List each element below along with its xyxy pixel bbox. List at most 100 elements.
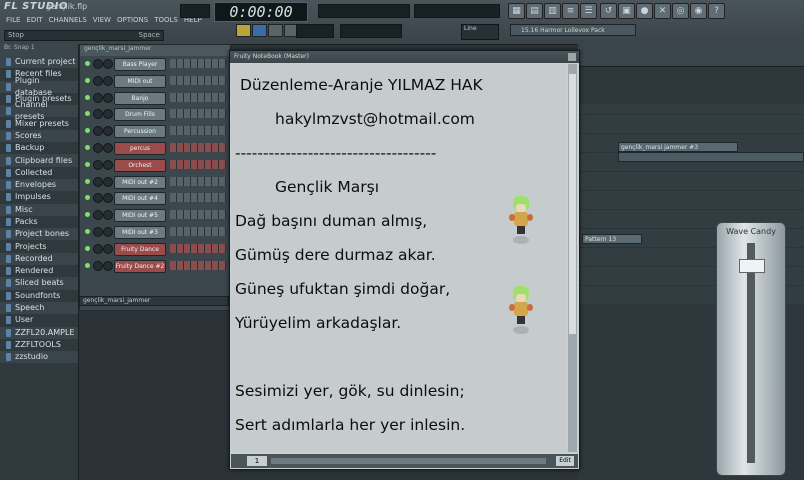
preset-selector[interactable]: 15.16 Harmor Lollevox Pack: [510, 24, 636, 36]
browser-item[interactable]: Mixer presets: [0, 117, 78, 129]
browser-item[interactable]: Clipboard files: [0, 154, 78, 167]
pan-knob[interactable]: [93, 260, 103, 271]
mixer-icon[interactable]: ≡: [562, 3, 579, 19]
playlist-clip[interactable]: [618, 152, 804, 162]
channel-mute-led[interactable]: [85, 195, 90, 201]
channel-name-button[interactable]: Orchest: [114, 158, 166, 172]
browser-icon[interactable]: ☰: [580, 3, 597, 19]
step-sequencer-pads[interactable]: [170, 193, 226, 203]
browser-item[interactable]: Plugin database: [0, 76, 78, 97]
notebook-scrollbar[interactable]: [568, 64, 577, 452]
step-sequencer-pads[interactable]: [170, 126, 226, 136]
pan-knob[interactable]: [93, 142, 103, 153]
channel-mute-led[interactable]: [85, 61, 90, 66]
rack-footer[interactable]: gençlik_marsi_jammer: [79, 296, 229, 306]
playlist-clip[interactable]: gençlik_marsi jammer #3: [618, 142, 738, 152]
browser-item[interactable]: Projects: [0, 240, 78, 252]
pattern-display[interactable]: [340, 24, 402, 38]
pan-knob[interactable]: [93, 226, 103, 237]
volume-knob[interactable]: [103, 226, 113, 237]
record-button[interactable]: [268, 24, 283, 37]
browser-item[interactable]: ZZFL20.AMPLE: [0, 326, 78, 339]
browser-item[interactable]: Sliced beats: [0, 277, 78, 290]
playlist-ruler[interactable]: [578, 44, 804, 67]
step-sequencer-pads[interactable]: [170, 109, 226, 119]
channel-name-button[interactable]: Bass Player: [114, 58, 166, 71]
online-icon[interactable]: ◉: [690, 3, 707, 19]
channel-name-button[interactable]: Banjo: [114, 91, 166, 105]
channel-mute-led[interactable]: [85, 111, 90, 117]
cpu-icon[interactable]: ◎: [672, 3, 689, 19]
playlist-clip[interactable]: Pattern 13: [582, 234, 642, 244]
step-sequencer-pads[interactable]: [170, 260, 226, 270]
channel-mute-led[interactable]: [85, 144, 90, 150]
snap-selector[interactable]: Line: [461, 24, 499, 40]
pan-knob[interactable]: [93, 159, 103, 170]
scrollbar-thumb[interactable]: [569, 74, 576, 334]
channel-mute-led[interactable]: [85, 161, 90, 167]
menu-channels[interactable]: CHANNELS: [49, 16, 87, 27]
save-icon[interactable]: ▣: [618, 3, 635, 19]
browser-item[interactable]: Speech: [0, 301, 78, 315]
playlist-icon[interactable]: ▦: [508, 3, 525, 19]
channel-mute-led[interactable]: [85, 128, 90, 134]
channel-mute-led[interactable]: [85, 77, 90, 83]
browser-item[interactable]: User: [0, 314, 78, 326]
channel-rack-icon[interactable]: ▥: [544, 3, 561, 19]
menu-options[interactable]: OPTIONS: [117, 16, 148, 27]
pan-knob[interactable]: [93, 92, 103, 103]
channel-name-button[interactable]: Fruity Dance #2: [114, 259, 166, 273]
pan-knob[interactable]: [93, 59, 103, 69]
step-sequencer-pads[interactable]: [170, 210, 226, 220]
channel-mute-led[interactable]: [85, 262, 90, 268]
browser-item[interactable]: Project bones: [0, 228, 78, 241]
wave-candy-plugin[interactable]: Wave Candy: [716, 222, 786, 476]
channel-name-button[interactable]: MIDI out #4: [114, 192, 166, 206]
pan-knob[interactable]: [93, 176, 103, 187]
tools-icon[interactable]: ✕: [654, 3, 671, 19]
channel-name-button[interactable]: percus: [114, 141, 166, 155]
channel-name-button[interactable]: Fruity Dance: [114, 242, 166, 256]
channel-mute-led[interactable]: [85, 228, 90, 234]
pan-knob[interactable]: [93, 210, 103, 221]
step-sequencer-pads[interactable]: [170, 243, 226, 253]
channel-mute-led[interactable]: [85, 94, 90, 100]
menu-tools[interactable]: TOOLS: [154, 16, 178, 27]
browser-item[interactable]: Impulses: [0, 191, 78, 203]
channel-name-button[interactable]: Drum Fills: [114, 108, 166, 122]
browser-item[interactable]: Misc: [0, 203, 78, 216]
notebook-text-area[interactable]: Düzenleme-Aranje YILMAZ HAK hakylmzvst@h…: [231, 64, 567, 452]
browser-item[interactable]: Scores: [0, 129, 78, 143]
undo-icon[interactable]: ↺: [600, 3, 617, 19]
channel-mute-led[interactable]: [85, 245, 90, 251]
volume-knob[interactable]: [103, 159, 113, 170]
browser-item[interactable]: Backup: [0, 142, 78, 154]
channel-name-button[interactable]: MIDI out: [114, 74, 166, 88]
browser-item[interactable]: Channel presets: [0, 100, 78, 121]
step-sequencer-pads[interactable]: [170, 75, 226, 85]
page-scrollbar[interactable]: [271, 458, 546, 464]
pan-knob[interactable]: [93, 126, 103, 137]
master-volume-slider[interactable]: [180, 4, 210, 18]
volume-knob[interactable]: [103, 176, 113, 187]
browser-item[interactable]: ZZFLTOOLS: [0, 339, 78, 351]
channel-mute-led[interactable]: [85, 212, 90, 218]
step-sequencer-pads[interactable]: [170, 159, 226, 169]
channel-name-button[interactable]: MIDI out #5: [114, 209, 166, 223]
play-button[interactable]: [236, 24, 251, 37]
menu-edit[interactable]: EDIT: [26, 16, 42, 27]
channel-name-button[interactable]: MIDI out #2: [114, 175, 166, 189]
volume-knob[interactable]: [103, 210, 113, 221]
help-icon[interactable]: ?: [708, 3, 725, 19]
volume-knob[interactable]: [103, 193, 113, 204]
stop-button[interactable]: [252, 24, 267, 37]
step-sequencer-pads[interactable]: [170, 92, 226, 102]
browser-item[interactable]: Collected: [0, 167, 78, 179]
step-sequencer-pads[interactable]: [170, 142, 226, 152]
volume-knob[interactable]: [103, 92, 113, 103]
pan-knob[interactable]: [93, 193, 103, 204]
menu-file[interactable]: FILE: [6, 16, 20, 27]
channel-mute-led[interactable]: [85, 178, 90, 184]
menu-view[interactable]: VIEW: [93, 16, 111, 27]
volume-knob[interactable]: [103, 243, 113, 254]
